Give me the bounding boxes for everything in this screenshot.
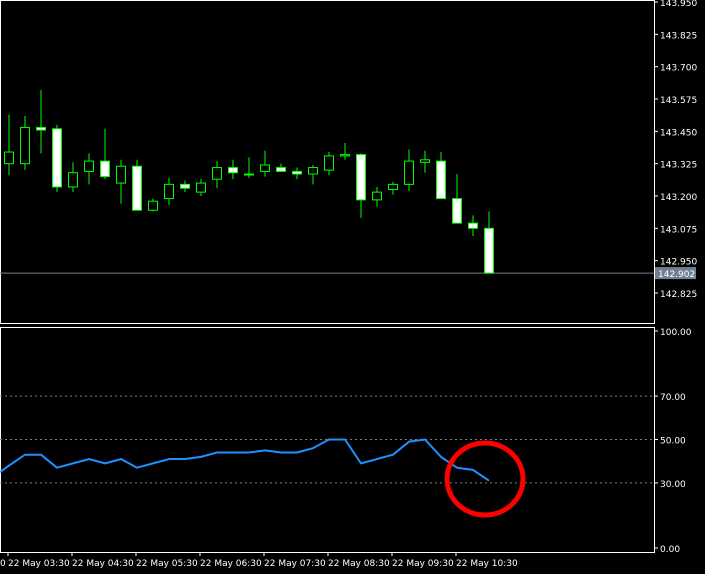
indicator-tick-label: 30.00 — [660, 480, 686, 490]
candle-body — [100, 160, 110, 178]
price-tick-label: 143.200 — [660, 193, 697, 203]
trading-chart: 143.950 143.825 143.700 143.575 143.450 143.3… — [0, 0, 697, 569]
candle-body — [116, 165, 126, 184]
candle-body — [212, 167, 222, 180]
price-tick-label: 143.450 — [660, 128, 697, 138]
time-tick-label: 22 May 06:30 — [200, 559, 262, 569]
time-tick-label: 22 May 07:30 — [264, 559, 326, 569]
time-tick-label: 22 May 08:30 — [328, 559, 390, 569]
indicator-tick-label: 70.00 — [660, 393, 686, 403]
price-tick-label: 143.825 — [660, 31, 697, 41]
candle-body — [420, 159, 430, 163]
price-tick-label: 143.700 — [660, 64, 697, 74]
indicator-tick-label: 0.00 — [660, 545, 680, 555]
candle-body — [356, 154, 366, 201]
price-tick-label: 143.575 — [660, 96, 697, 106]
candle-body — [388, 183, 398, 191]
current-price-label: 142.902 — [658, 270, 695, 280]
candle-body — [436, 160, 446, 200]
candle-body — [260, 164, 270, 172]
candle-body — [484, 227, 494, 274]
candle-body — [308, 167, 318, 175]
candle-body — [36, 126, 46, 131]
candle-body — [340, 154, 350, 157]
candle-body — [84, 160, 94, 172]
candle-body — [180, 183, 190, 189]
candle-body — [4, 151, 14, 165]
indicator-tick-label: 100.00 — [660, 328, 692, 338]
indicator-line — [0, 438, 490, 482]
price-panel: 143.950 143.825 143.700 143.575 143.450 143.3… — [0, 0, 697, 324]
candle-body — [292, 170, 302, 175]
time-tick-label: 22 May 10:30 — [456, 559, 518, 569]
candle-body — [20, 126, 30, 165]
candle-body — [132, 165, 142, 211]
time-tick-label: 22 May 03:30 — [8, 559, 70, 569]
candle-body — [276, 167, 286, 172]
candle-body — [68, 172, 78, 188]
indicator-panel: 100.00 70.00 50.00 30.00 0.00 — [0, 327, 692, 555]
candle-body — [404, 160, 414, 185]
candle-body — [244, 173, 254, 176]
time-tick-label: 22 May 04:30 — [72, 559, 134, 569]
candle-body — [52, 128, 62, 188]
candle-body — [148, 200, 158, 211]
candle-body — [196, 182, 206, 193]
candle-body — [164, 183, 174, 200]
candle-body — [324, 155, 334, 171]
time-tick-label: 22 May 09:30 — [392, 559, 454, 569]
price-tick-label: 142.825 — [660, 290, 697, 300]
price-tick-label: 142.950 — [660, 258, 697, 268]
time-axis: 0 22 May 03:30 22 May 04:30 22 May 05:30 22 … — [0, 552, 518, 569]
candle-body — [468, 222, 478, 229]
indicator-tick-label: 50.00 — [660, 437, 686, 447]
candle-body — [228, 167, 238, 174]
price-tick-label: 143.325 — [660, 161, 697, 171]
price-tick-label: 143.075 — [660, 225, 697, 235]
price-tick-label: 143.950 — [660, 0, 697, 9]
candle-body — [452, 198, 462, 224]
time-tick-label-partial: 0 — [0, 559, 6, 569]
time-tick-label: 22 May 05:30 — [136, 559, 198, 569]
candle-body — [372, 191, 382, 201]
